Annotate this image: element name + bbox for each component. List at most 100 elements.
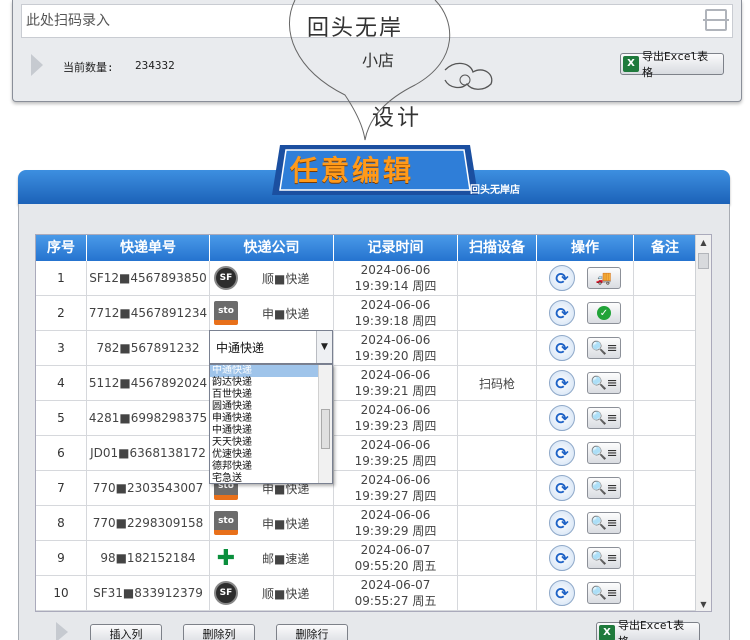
remark-cell[interactable] bbox=[634, 401, 697, 435]
tracking-number[interactable]: 5112■4567892024 bbox=[87, 366, 210, 400]
dropdown-option[interactable]: 中通快递 bbox=[210, 425, 332, 437]
dropdown-option[interactable]: 中通快递 bbox=[210, 365, 332, 377]
table-scrollbar[interactable]: ▲ ▼ bbox=[695, 235, 711, 611]
table-row[interactable]: 9 98■182152184 ✚ 邮■速递 2024-06-07 09:55:20 周五 ⟳… bbox=[36, 541, 711, 576]
dropdown-option[interactable]: 天天快递 bbox=[210, 437, 332, 449]
search-list-icon[interactable]: 🔍≡ bbox=[587, 512, 621, 534]
company-cell[interactable]: ✚ 邮■速递 bbox=[210, 541, 334, 575]
scroll-down-icon[interactable]: ▼ bbox=[696, 597, 711, 611]
search-list-icon[interactable]: 🔍≡ bbox=[587, 582, 621, 604]
chevron-down-icon[interactable]: ▼ bbox=[316, 331, 332, 363]
tracking-number[interactable]: 7712■4567891234 bbox=[87, 296, 210, 330]
remark-cell[interactable] bbox=[634, 331, 697, 365]
dropdown-scrollbar[interactable] bbox=[318, 365, 332, 483]
insert-column-button[interactable]: 插入列 bbox=[90, 624, 162, 640]
row-seq: 1 bbox=[36, 261, 87, 295]
truck-icon[interactable]: 🚚 bbox=[587, 267, 621, 289]
record-clock: 19:39:20 周四 bbox=[354, 349, 437, 363]
delete-row-button[interactable]: 删除行 bbox=[276, 624, 348, 640]
record-time: 2024-06-06 19:39:20 周四 bbox=[334, 331, 458, 365]
dropdown-option[interactable]: 优速快递 bbox=[210, 449, 332, 461]
refresh-icon[interactable]: ⟳ bbox=[549, 510, 575, 536]
tracking-number[interactable]: 98■182152184 bbox=[87, 541, 210, 575]
company-name: 顺■快递 bbox=[262, 271, 310, 286]
delete-column-button[interactable]: 删除列 bbox=[183, 624, 255, 640]
remark-cell[interactable] bbox=[634, 471, 697, 505]
record-date: 2024-06-06 bbox=[360, 263, 431, 277]
remark-cell[interactable] bbox=[634, 261, 697, 295]
bottom-arrow-icon[interactable] bbox=[56, 622, 68, 640]
search-list-icon[interactable]: 🔍≡ bbox=[587, 477, 621, 499]
table-row[interactable]: 10 SF31■833912379 SF 顺■快递 2024-06-07 09:55:27… bbox=[36, 576, 711, 611]
search-list-icon[interactable]: 🔍≡ bbox=[587, 442, 621, 464]
table-row[interactable]: 6 JD01■6368138172 2024-06-06 19:39:25 周四 ⟳ 🔍≡ bbox=[36, 436, 711, 471]
sf-logo-icon: SF bbox=[214, 266, 238, 290]
tracking-number[interactable]: 770■2298309158 bbox=[87, 506, 210, 540]
company-select[interactable]: 中通快递 ▼ bbox=[209, 330, 333, 364]
dropdown-option[interactable]: 百世快递 bbox=[210, 389, 332, 401]
export-excel-button[interactable]: X 导出Excel表格 bbox=[620, 50, 724, 79]
record-clock: 19:39:29 周四 bbox=[354, 524, 437, 538]
dropdown-option[interactable]: 圆通快递 bbox=[210, 401, 332, 413]
dropdown-option[interactable]: 德邦快递 bbox=[210, 461, 332, 473]
refresh-icon[interactable]: ⟳ bbox=[549, 405, 575, 431]
watermark-text-1: 回头无岸 bbox=[307, 16, 404, 41]
barcode-scan-icon[interactable] bbox=[703, 9, 729, 31]
remark-cell[interactable] bbox=[634, 541, 697, 575]
remark-cell[interactable] bbox=[634, 506, 697, 540]
table-row[interactable]: 7 770■2303543007 sto 申■快递 2024-06-06 19:39:27… bbox=[36, 471, 711, 506]
company-cell[interactable]: sto 申■快递 bbox=[210, 506, 334, 540]
table-row[interactable]: 8 770■2298309158 sto 申■快递 2024-06-06 19:39:29… bbox=[36, 506, 711, 541]
header-tracking: 快递单号 bbox=[87, 235, 210, 261]
company-name: 申■快递 bbox=[262, 306, 310, 321]
table-row[interactable]: 4 5112■4567892024 2024-06-06 19:39:21 周四 扫码枪… bbox=[36, 366, 711, 401]
refresh-icon[interactable]: ⟳ bbox=[549, 545, 575, 571]
dropdown-option[interactable]: 韵达快递 bbox=[210, 377, 332, 389]
confirm-button[interactable]: ✓ bbox=[587, 302, 621, 324]
tracking-number[interactable]: 782■567891232 bbox=[87, 331, 210, 365]
remark-cell[interactable] bbox=[634, 436, 697, 470]
express-table: 序号 快递单号 快递公司 记录时间 扫描设备 操作 备注 1 SF12■45678… bbox=[35, 234, 712, 612]
table-row[interactable]: 3 782■567891232 2024-06-06 19:39:20 周四 ⟳ 🔍≡ bbox=[36, 331, 711, 366]
remark-cell[interactable] bbox=[634, 576, 697, 610]
count-label: 当前数量: bbox=[63, 61, 114, 74]
refresh-icon[interactable]: ⟳ bbox=[549, 475, 575, 501]
record-clock: 19:39:23 周四 bbox=[354, 419, 437, 433]
refresh-icon[interactable]: ⟳ bbox=[549, 335, 575, 361]
action-cell: ⟳ 🚚 bbox=[537, 261, 634, 295]
dropdown-option[interactable]: 宅急送 bbox=[210, 473, 332, 483]
record-time: 2024-06-06 19:39:18 周四 bbox=[334, 296, 458, 330]
refresh-icon[interactable]: ⟳ bbox=[549, 440, 575, 466]
scan-device bbox=[458, 541, 537, 575]
tracking-number[interactable]: SF31■833912379 bbox=[87, 576, 210, 610]
refresh-icon[interactable]: ⟳ bbox=[549, 265, 575, 291]
table-row[interactable]: 1 SF12■4567893850 SF 顺■快递 2024-06-06 19:39:14… bbox=[36, 261, 711, 296]
tracking-number[interactable]: SF12■4567893850 bbox=[87, 261, 210, 295]
refresh-icon[interactable]: ⟳ bbox=[549, 370, 575, 396]
export-excel-bottom-button[interactable]: X 导出Excel表格 bbox=[596, 619, 700, 640]
search-list-icon[interactable]: 🔍≡ bbox=[587, 407, 621, 429]
table-row[interactable]: 2 7712■4567891234 sto 申■快递 2024-06-06 19:39:1… bbox=[36, 296, 711, 331]
company-cell[interactable]: sto 申■快递 bbox=[210, 296, 334, 330]
scan-device bbox=[458, 296, 537, 330]
table-row[interactable]: 5 4281■6998298375 2024-06-06 19:39:23 周四 ⟳ 🔍≡ bbox=[36, 401, 711, 436]
dropdown-option[interactable]: 申通快递 bbox=[210, 413, 332, 425]
company-cell[interactable]: SF 顺■快递 bbox=[210, 576, 334, 610]
tracking-number[interactable]: 4281■6998298375 bbox=[87, 401, 210, 435]
collapse-arrow-icon[interactable] bbox=[31, 54, 43, 76]
remark-cell[interactable] bbox=[634, 296, 697, 330]
refresh-icon[interactable]: ⟳ bbox=[549, 300, 575, 326]
search-list-icon[interactable]: 🔍≡ bbox=[587, 547, 621, 569]
search-list-icon[interactable]: 🔍≡ bbox=[587, 337, 621, 359]
tracking-number[interactable]: 770■2303543007 bbox=[87, 471, 210, 505]
search-list-icon[interactable]: 🔍≡ bbox=[587, 372, 621, 394]
company-cell[interactable]: SF 顺■快递 bbox=[210, 261, 334, 295]
scan-device bbox=[458, 471, 537, 505]
dropdown-scroll-thumb[interactable] bbox=[321, 409, 330, 449]
refresh-icon[interactable]: ⟳ bbox=[549, 580, 575, 606]
remark-cell[interactable] bbox=[634, 366, 697, 400]
tracking-number[interactable]: JD01■6368138172 bbox=[87, 436, 210, 470]
scroll-thumb[interactable] bbox=[698, 253, 709, 269]
scroll-up-icon[interactable]: ▲ bbox=[696, 235, 711, 251]
scan-device bbox=[458, 261, 537, 295]
